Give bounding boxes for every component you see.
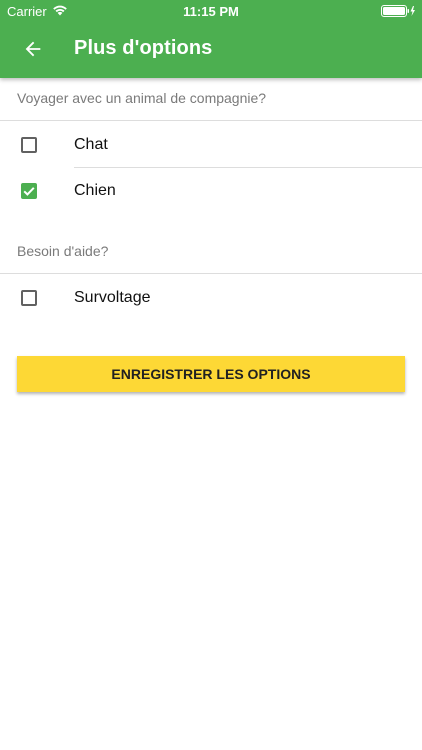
checkmark-icon bbox=[23, 187, 35, 196]
divider bbox=[0, 120, 422, 121]
status-time: 11:15 PM bbox=[183, 4, 239, 19]
checkbox-chat[interactable] bbox=[21, 137, 37, 153]
option-chat[interactable]: Chat bbox=[0, 122, 422, 168]
status-bar: Carrier 11:15 PM bbox=[0, 0, 422, 22]
checkbox-chien[interactable] bbox=[21, 183, 37, 199]
page-title: Plus d'options bbox=[74, 37, 213, 59]
option-label-chat: Chat bbox=[74, 136, 108, 153]
option-survoltage[interactable]: Survoltage bbox=[0, 275, 422, 321]
battery-icon bbox=[381, 5, 415, 17]
section-header-help: Besoin d'aide? bbox=[17, 243, 109, 259]
option-chien[interactable]: Chien bbox=[0, 168, 422, 214]
checkbox-survoltage[interactable] bbox=[21, 290, 37, 306]
save-options-button[interactable]: ENREGISTRER LES OPTIONS bbox=[17, 356, 405, 392]
option-label-chien: Chien bbox=[74, 182, 116, 199]
app-header: Carrier 11:15 PM Plus d'options bbox=[0, 0, 422, 78]
arrow-back-icon[interactable] bbox=[22, 38, 44, 60]
option-label-survoltage: Survoltage bbox=[74, 289, 151, 306]
section-header-pet: Voyager avec un animal de compagnie? bbox=[17, 90, 267, 106]
divider bbox=[0, 273, 422, 274]
